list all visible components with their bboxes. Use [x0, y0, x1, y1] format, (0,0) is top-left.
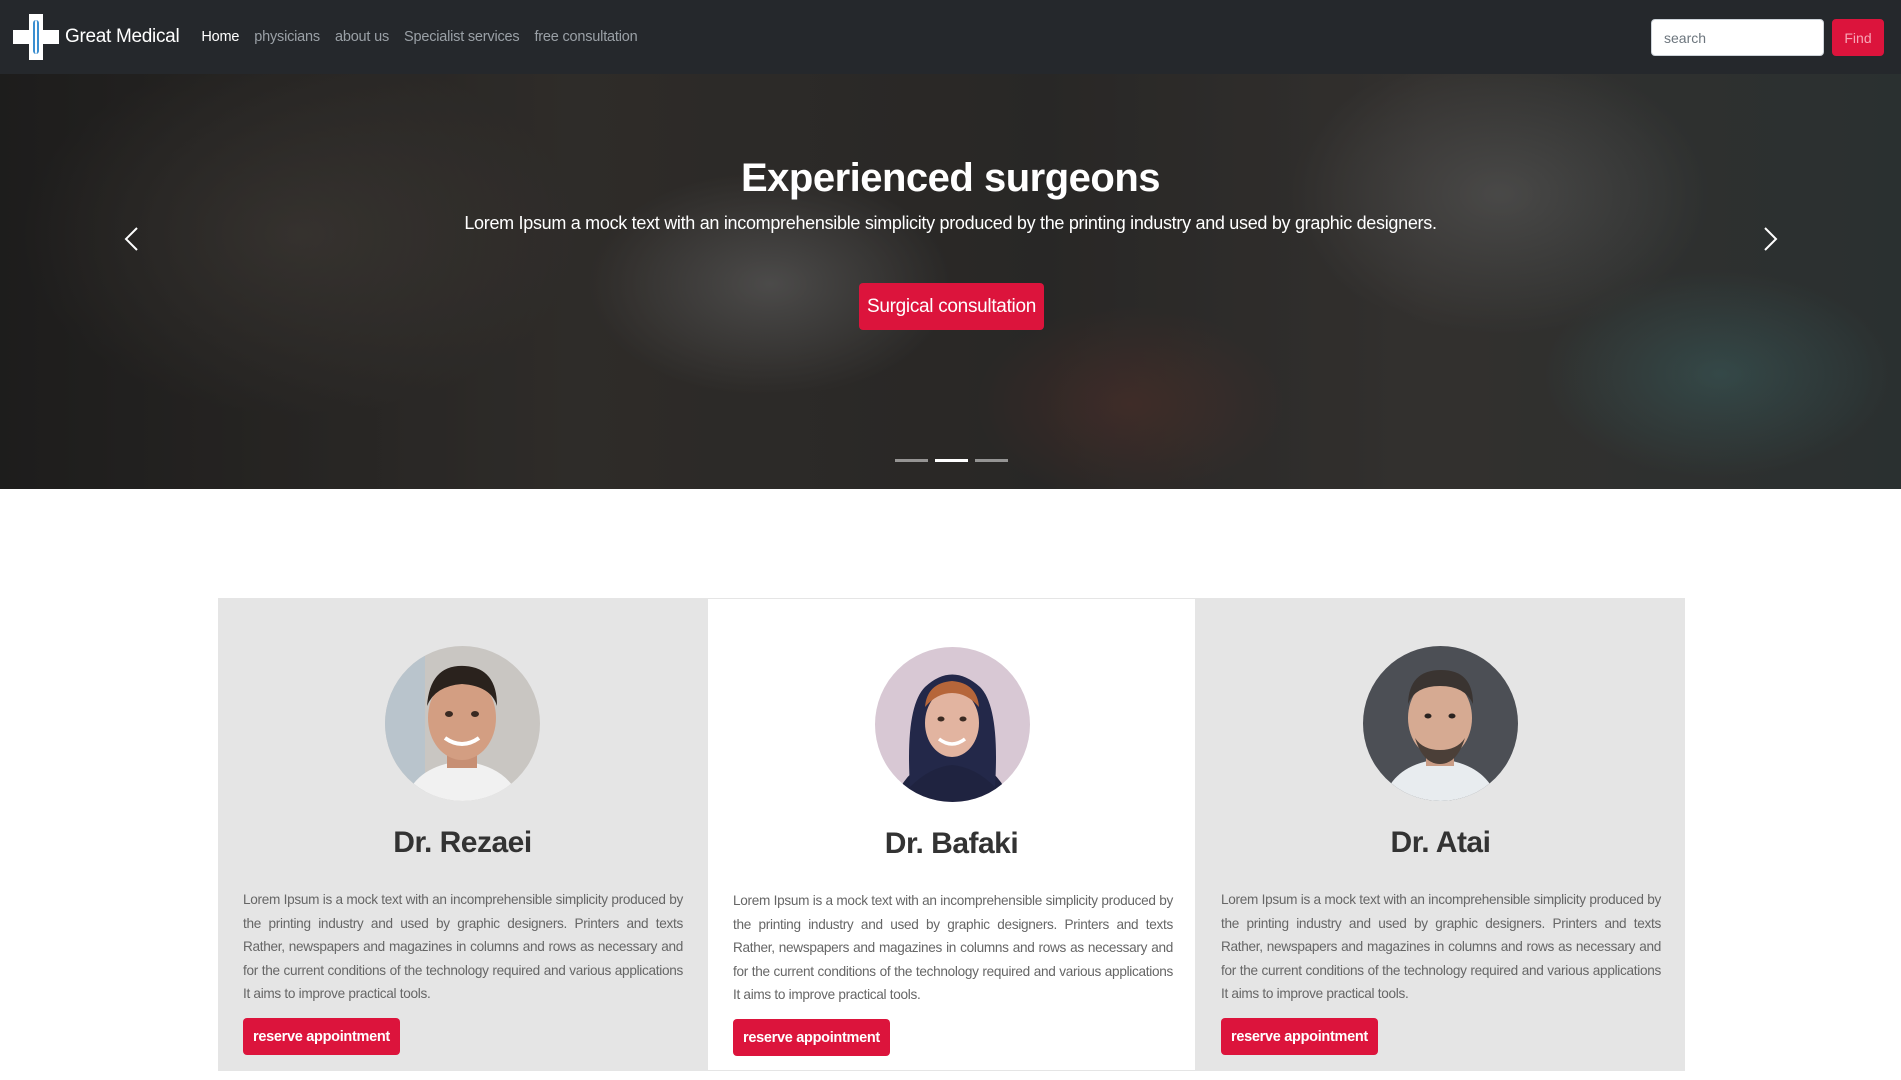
nav-link-physicians[interactable]: physicians — [254, 29, 320, 45]
chevron-left-icon[interactable] — [118, 224, 148, 254]
reserve-appointment-button[interactable]: reserve appointment — [1221, 1018, 1378, 1055]
find-button[interactable]: Find — [1832, 19, 1884, 56]
carousel-indicator-2[interactable] — [935, 459, 968, 462]
nav-link-specialist-services[interactable]: Specialist services — [404, 29, 520, 45]
medical-cross-icon — [13, 14, 59, 60]
doctor-card: Dr. Rezaei Lorem Ipsum is a mock text wi… — [218, 598, 707, 1071]
carousel-indicators — [895, 459, 1015, 462]
nav-links: Home physicians about us Specialist serv… — [201, 29, 652, 45]
hero-text: Lorem Ipsum a mock text with an incompre… — [464, 213, 1437, 233]
doctor-description: Lorem Ipsum is a mock text with an incom… — [1221, 892, 1661, 1001]
doctor-card: Dr. Bafaki Lorem Ipsum is a mock text wi… — [707, 598, 1196, 1071]
doctor-avatar — [1363, 646, 1518, 801]
search-form: Find — [1651, 19, 1884, 56]
surgical-consultation-button[interactable]: Surgical consultation — [859, 283, 1044, 330]
nav-link-about-us[interactable]: about us — [335, 29, 389, 45]
doctor-avatar — [875, 647, 1030, 802]
hero-carousel: Experienced surgeons Lorem Ipsum a mock … — [0, 74, 1901, 489]
nav-link-home[interactable]: Home — [201, 29, 239, 45]
hero-background-image — [0, 74, 1901, 489]
reserve-appointment-button[interactable]: reserve appointment — [733, 1019, 890, 1056]
doctor-description: Lorem Ipsum is a mock text with an incom… — [243, 892, 683, 1001]
reserve-appointment-button[interactable]: reserve appointment — [243, 1018, 400, 1055]
carousel-indicator-3[interactable] — [975, 459, 1008, 462]
brand-name: Great Medical — [65, 26, 180, 47]
hero-title: Experienced surgeons — [740, 156, 1161, 200]
doctor-description: Lorem Ipsum is a mock text with an incom… — [733, 893, 1173, 1002]
doctor-cards: Dr. Rezaei Lorem Ipsum is a mock text wi… — [218, 598, 1685, 1071]
doctor-card: Dr. Atai Lorem Ipsum is a mock text with… — [1196, 598, 1685, 1071]
chevron-right-icon[interactable] — [1754, 224, 1784, 254]
brand-link[interactable]: Great Medical — [13, 0, 180, 74]
doctor-name: Dr. Atai — [1390, 826, 1491, 859]
carousel-indicator-1[interactable] — [895, 459, 928, 462]
search-input[interactable] — [1651, 19, 1824, 56]
top-navbar: Great Medical Home physicians about us S… — [0, 0, 1901, 74]
doctor-avatar — [385, 646, 540, 801]
doctor-name: Dr. Rezaei — [393, 826, 532, 859]
nav-link-free-consultation[interactable]: free consultation — [534, 29, 637, 45]
doctor-name: Dr. Bafaki — [884, 827, 1019, 860]
